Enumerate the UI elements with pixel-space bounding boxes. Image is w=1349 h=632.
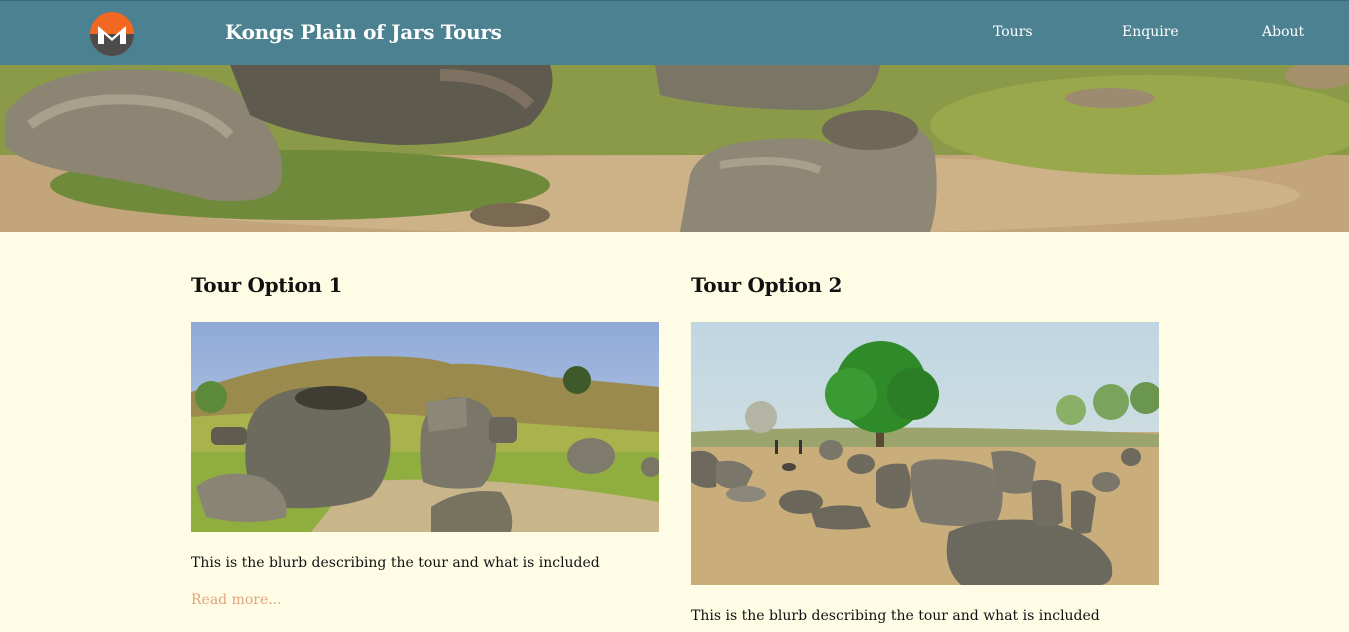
site-title[interactable]: Kongs Plain of Jars Tours [225,20,502,44]
tour-title: Tour Option 2 [691,273,843,297]
top-navbar: Kongs Plain of Jars Tours Tours Enquire … [0,0,1349,65]
tour-blurb: This is the blurb describing the tour an… [191,555,600,571]
read-more-link[interactable]: Read more... [191,592,282,608]
nav-link-enquire[interactable]: Enquire [1122,24,1179,40]
tour-photo [191,322,659,532]
tour-card-2: Tour Option 2 This is the blurb describi… [691,273,1159,624]
tour-blurb: This is the blurb describing the tour an… [691,608,1100,624]
nav-link-about[interactable]: About [1262,24,1304,40]
tour-photo [691,322,1159,585]
nav-link-tours[interactable]: Tours [993,24,1033,40]
hero-banner-image [0,65,1349,232]
tour-title: Tour Option 1 [191,273,343,297]
monero-logo-icon[interactable] [90,12,134,56]
tour-card-1: Tour Option 1 This is the blurb describi… [191,273,659,608]
